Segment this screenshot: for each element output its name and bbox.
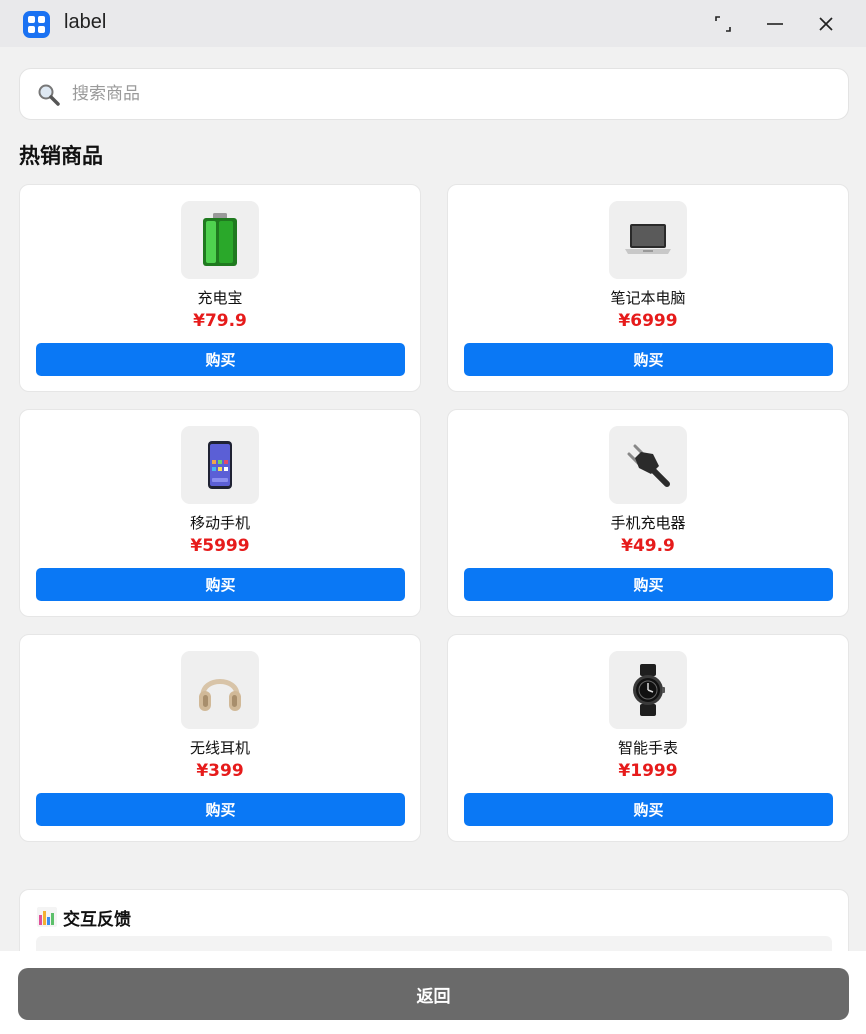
product-price: ¥5999 [190,536,250,556]
buy-button[interactable]: 购买 [464,568,833,601]
product-card: 手机充电器 ¥49.9 购买 [447,409,849,617]
product-card: 无线耳机 ¥399 购买 [19,634,421,842]
smartwatch-icon [633,664,665,716]
buy-button[interactable]: 购买 [464,343,833,376]
product-price: ¥399 [196,761,244,781]
product-name: 智能手表 [617,739,678,757]
maximize-icon[interactable] [708,9,738,39]
phone-icon [208,441,232,489]
buy-button[interactable]: 购买 [36,568,405,601]
search-icon [37,83,61,111]
minimize-icon[interactable] [760,9,790,39]
product-thumbnail [609,651,687,729]
charger-plug-icon [627,444,670,487]
product-name: 移动手机 [189,514,250,532]
product-card: 笔记本电脑 ¥6999 购买 [447,184,849,392]
buy-button[interactable]: 购买 [464,793,833,826]
buy-button[interactable]: 购买 [36,343,405,376]
app-grid-icon [23,11,50,38]
product-thumbnail [609,201,687,279]
back-button[interactable]: 返回 [18,968,849,1020]
window-title: label [64,11,107,33]
headphones-icon [199,679,241,711]
product-price: ¥6999 [618,311,678,331]
product-name: 笔记本电脑 [610,289,686,307]
laptop-icon [625,224,671,254]
bar-chart-icon [37,907,57,931]
product-thumbnail [181,426,259,504]
section-title: 热销商品 [19,144,103,168]
close-icon[interactable] [811,9,841,39]
power-bank-icon [203,213,237,266]
window-titlebar: label [0,0,866,47]
product-name: 手机充电器 [610,514,686,532]
search-bar [19,68,849,120]
product-thumbnail [181,651,259,729]
buy-button[interactable]: 购买 [36,793,405,826]
product-thumbnail [609,426,687,504]
feedback-title: 交互反馈 [63,910,131,930]
search-input[interactable] [72,79,832,109]
product-price: ¥1999 [618,761,678,781]
product-price: ¥49.9 [621,536,675,556]
product-card: 充电宝 ¥79.9 购买 [19,184,421,392]
bottom-bar: 返回 [0,951,866,1034]
product-card: 移动手机 ¥5999 购买 [19,409,421,617]
product-price: ¥79.9 [193,311,247,331]
product-thumbnail [181,201,259,279]
product-name: 无线耳机 [189,739,250,757]
product-name: 充电宝 [197,289,243,307]
product-card: 智能手表 ¥1999 购买 [447,634,849,842]
